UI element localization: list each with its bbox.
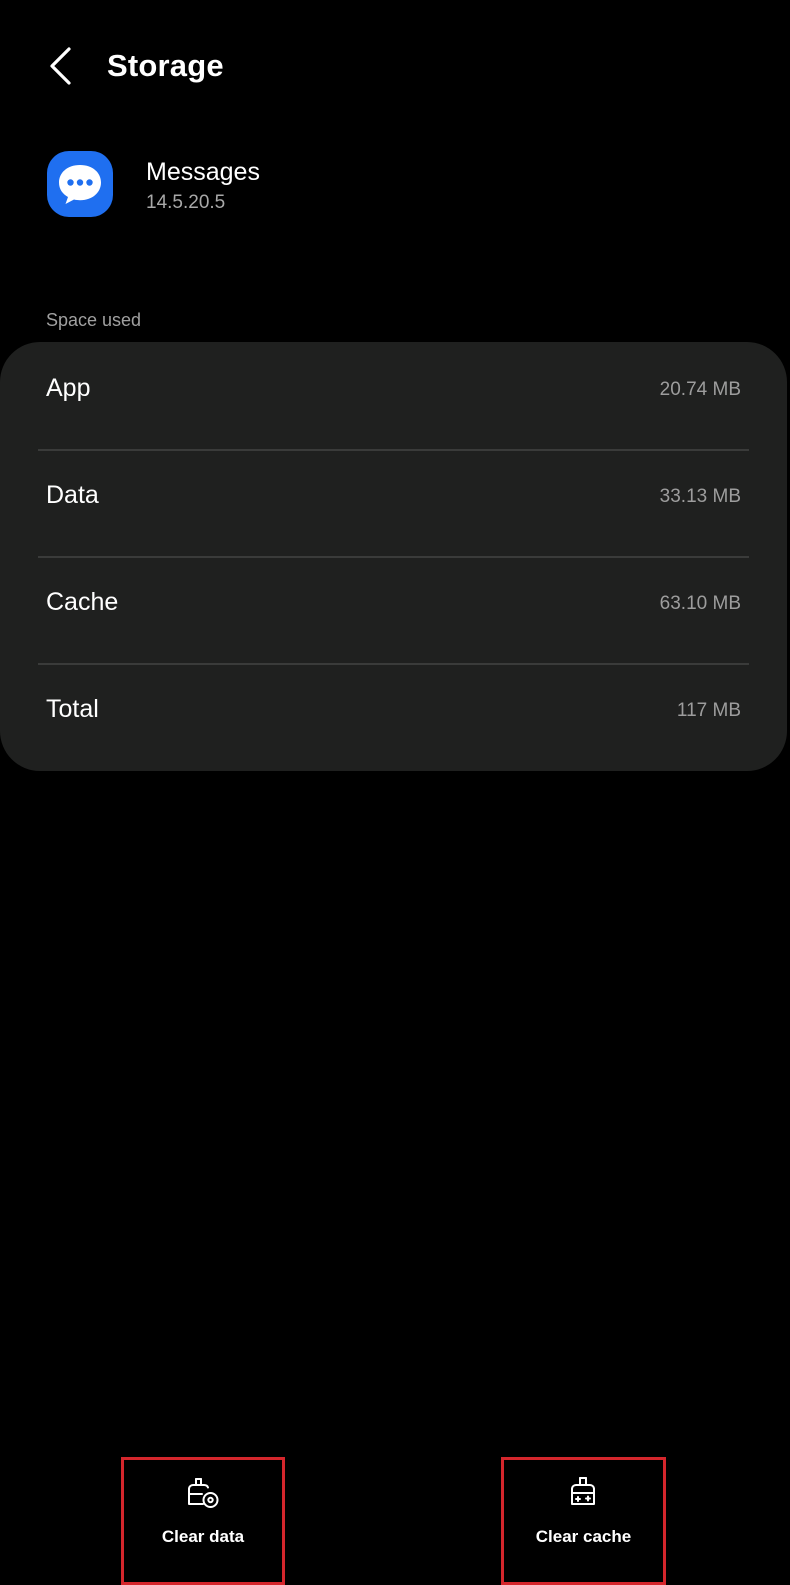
top-app-bar: Storage: [0, 0, 790, 135]
storage-row-label: Data: [46, 481, 99, 509]
clear-cache-button[interactable]: Clear cache: [501, 1457, 666, 1585]
storage-row-cache: Cache 63.10 MB: [0, 556, 787, 663]
space-used-card: App 20.74 MB Data 33.13 MB Cache 63.10 M…: [0, 342, 787, 771]
clear-data-button[interactable]: Clear data: [121, 1457, 285, 1585]
storage-row-data: Data 33.13 MB: [0, 449, 787, 556]
clear-data-icon: [188, 1478, 219, 1508]
app-name: Messages: [146, 158, 260, 186]
page-title: Storage: [107, 48, 224, 83]
clear-cache-icon: [570, 1477, 595, 1505]
storage-row-label: Cache: [46, 588, 119, 616]
storage-row-value: 63.10 MB: [659, 593, 741, 614]
section-label-space-used: Space used: [46, 310, 142, 330]
storage-row-label: Total: [46, 695, 99, 723]
app-info: Messages 14.5.20.5: [47, 151, 747, 221]
clear-cache-label: Clear cache: [535, 1527, 632, 1546]
storage-row-total: Total 117 MB: [0, 663, 787, 770]
app-version: 14.5.20.5: [146, 192, 226, 213]
storage-row-label: App: [46, 374, 91, 402]
bottom-action-bar: Clear data Clear cache: [0, 1440, 790, 1585]
messages-app-icon: [47, 151, 113, 217]
storage-row-value: 33.13 MB: [659, 486, 741, 507]
back-button[interactable]: [38, 44, 82, 88]
storage-row-value: 20.74 MB: [659, 379, 741, 400]
storage-row-app: App 20.74 MB: [0, 342, 787, 449]
chevron-left-icon: [50, 47, 71, 85]
storage-row-value: 117 MB: [676, 700, 741, 721]
clear-data-label: Clear data: [161, 1527, 245, 1546]
